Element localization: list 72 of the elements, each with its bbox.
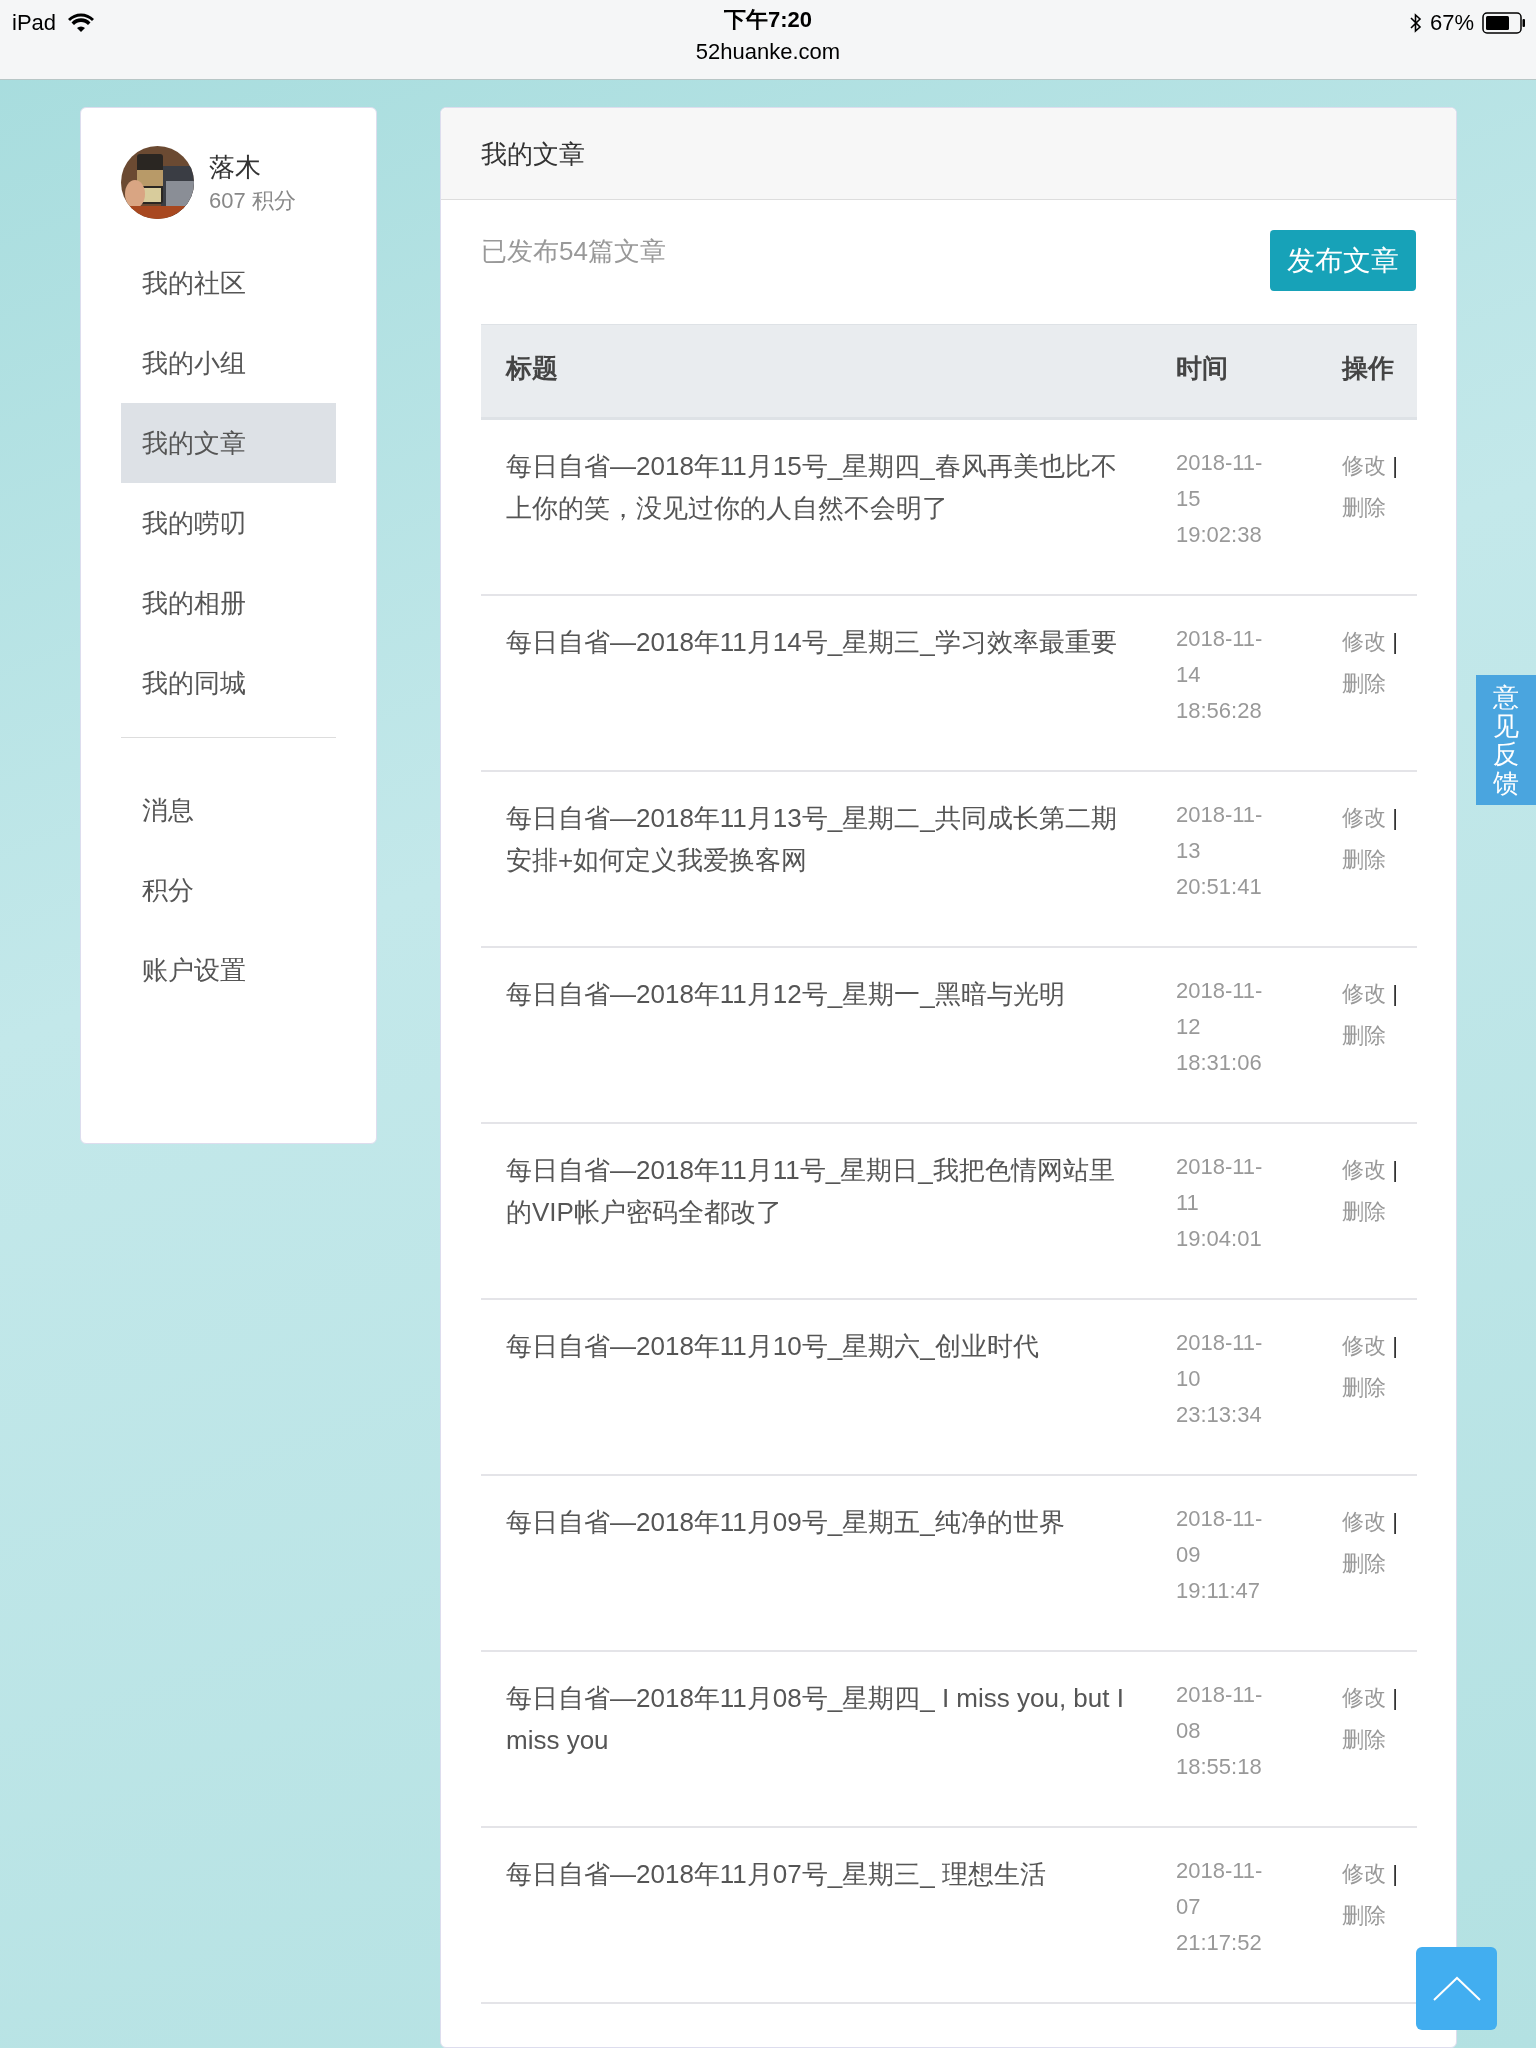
- article-title: 每日自省—2018年11月11号_星期日_我把色情网站里的VIP帐户密码全都改了: [506, 1154, 1115, 1227]
- article-title: 每日自省—2018年11月10号_星期六_创业时代: [506, 1330, 1039, 1361]
- publish-time: 2018-11-10 23:13:34: [1176, 1328, 1264, 1429]
- edit-link[interactable]: 修改: [1342, 453, 1386, 478]
- publish-time: 2018-11-14 18:56:28: [1176, 624, 1264, 725]
- edit-link[interactable]: 修改: [1342, 804, 1386, 830]
- publish-time: 2018-11-13 20:51:41: [1176, 800, 1264, 901]
- chevron-up-icon: [1431, 1975, 1482, 2002]
- battery-icon: [1482, 11, 1526, 34]
- url-text: 52huanke.com: [695, 38, 841, 66]
- panel-title: 我的文章: [441, 108, 1456, 200]
- link-separator: |: [1392, 1508, 1398, 1534]
- user-name: 落木: [209, 150, 262, 184]
- link-separator: |: [1392, 1860, 1398, 1886]
- sidebar-item[interactable]: 我的相册: [121, 563, 336, 643]
- article-title: 每日自省—2018年11月15号_星期四_春风再美也比不上你的笑，没见过你的人自然不会明了: [506, 451, 1117, 523]
- back-to-top-button[interactable]: [1416, 1947, 1497, 2030]
- delete-link[interactable]: 删除: [1342, 495, 1386, 520]
- edit-link[interactable]: 修改: [1342, 628, 1386, 654]
- sidebar-item[interactable]: 积分: [121, 850, 336, 930]
- article-count: 已发布54篇文章: [481, 235, 666, 268]
- sidebar-item[interactable]: 我的同城: [121, 643, 336, 723]
- delete-link[interactable]: 删除: [1342, 846, 1386, 872]
- delete-link[interactable]: 删除: [1342, 1374, 1386, 1400]
- sidebar-item[interactable]: 我的社区: [121, 243, 336, 323]
- column-header: 操作: [1342, 353, 1394, 383]
- delete-link[interactable]: 删除: [1342, 1902, 1386, 1928]
- sidebar-item[interactable]: 我的小组: [121, 323, 336, 403]
- delete-link[interactable]: 删除: [1342, 1726, 1386, 1752]
- delete-link[interactable]: 删除: [1342, 1550, 1386, 1576]
- link-separator: |: [1392, 980, 1398, 1006]
- publish-time: 2018-11-15 19:02:38: [1176, 449, 1264, 549]
- sidebar-item[interactable]: 我的文章: [121, 403, 336, 483]
- sidebar-item[interactable]: 我的唠叨: [121, 483, 336, 563]
- publish-time: 2018-11-11 19:04:01: [1176, 1152, 1264, 1253]
- edit-link[interactable]: 修改: [1342, 1860, 1386, 1886]
- article-title: 每日自省—2018年11月14号_星期三_学习效率最重要: [506, 626, 1117, 657]
- publish-button[interactable]: 发布文章: [1270, 230, 1416, 291]
- publish-time: 2018-11-08 18:55:18: [1176, 1680, 1264, 1781]
- column-header: 标题: [506, 353, 558, 383]
- wifi-icon: [68, 12, 95, 33]
- publish-time: 2018-11-12 18:31:06: [1176, 976, 1264, 1077]
- publish-time: 2018-11-09 19:11:47: [1176, 1504, 1264, 1605]
- feedback-tab[interactable]: 意见反馈: [1476, 675, 1536, 806]
- edit-link[interactable]: 修改: [1342, 1684, 1386, 1710]
- edit-link[interactable]: 修改: [1342, 1508, 1386, 1534]
- delete-link[interactable]: 删除: [1342, 1198, 1386, 1224]
- link-separator: |: [1392, 1332, 1398, 1358]
- link-separator: |: [1392, 1156, 1398, 1182]
- points-text: 607 积分: [209, 186, 296, 215]
- link-separator: |: [1392, 453, 1398, 478]
- sidebar-item[interactable]: 消息: [121, 770, 336, 850]
- edit-link[interactable]: 修改: [1342, 1332, 1386, 1358]
- link-separator: |: [1392, 804, 1398, 830]
- edit-link[interactable]: 修改: [1342, 980, 1386, 1006]
- column-header: 时间: [1176, 353, 1228, 383]
- article-title: 每日自省—2018年11月07号_星期三_ 理想生活: [506, 1858, 1046, 1889]
- device-label: iPad: [12, 9, 57, 37]
- clock-time: 下午7:20: [723, 6, 812, 34]
- bluetooth-icon: [1409, 12, 1422, 33]
- delete-link[interactable]: 删除: [1342, 1022, 1386, 1048]
- article-title: 每日自省—2018年11月12号_星期一_黑暗与光明: [506, 978, 1065, 1009]
- edit-link[interactable]: 修改: [1342, 1156, 1386, 1182]
- sidebar-item[interactable]: 账户设置: [121, 930, 336, 1010]
- article-title: 每日自省—2018年11月13号_星期二_共同成长第二期安排+如何定义我爱换客网: [506, 802, 1117, 875]
- article-title: 每日自省—2018年11月08号_星期四_ I miss you, but I miss you: [506, 1682, 1124, 1755]
- link-separator: |: [1392, 628, 1398, 654]
- article-title: 每日自省—2018年11月09号_星期五_纯净的世界: [506, 1506, 1065, 1537]
- battery-percent: 67%: [1429, 9, 1474, 37]
- publish-time: 2018-11-07 21:17:52: [1176, 1856, 1264, 1957]
- link-separator: |: [1392, 1684, 1398, 1710]
- delete-link[interactable]: 删除: [1342, 670, 1386, 696]
